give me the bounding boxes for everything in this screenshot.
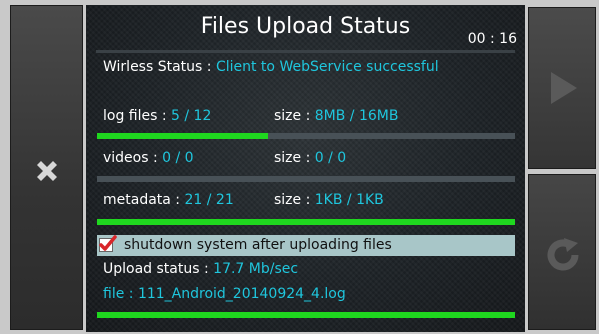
cancel-button[interactable]: [10, 5, 83, 330]
refresh-icon: [547, 238, 579, 271]
videos-size-value: 0 / 0: [314, 150, 347, 166]
play-button[interactable]: [528, 7, 596, 169]
metadata-size-value: 1KB / 1KB: [314, 192, 384, 208]
upload-status-label: Upload status :: [103, 261, 209, 277]
videos-progress-bar: [97, 176, 515, 182]
upload-status-panel: Files Upload Status 00 : 16 Wirless Stat…: [86, 5, 525, 332]
log-files-label: log files :: [103, 108, 167, 124]
header-divider: [96, 50, 515, 53]
file-name: 111_Android_20140924_4.log: [137, 286, 346, 302]
log-files-size: size : 8MB / 16MB: [274, 108, 398, 124]
videos-label: videos :: [103, 150, 158, 166]
log-files-count: log files : 5 / 12: [103, 108, 211, 124]
upload-status: Upload status : 17.7 Mb/sec: [103, 261, 298, 277]
app-frame: Files Upload Status 00 : 16 Wirless Stat…: [0, 0, 599, 334]
upload-status-value: 17.7 Mb/sec: [213, 261, 299, 277]
play-icon: [551, 72, 577, 104]
videos-value: 0 / 0: [162, 150, 194, 166]
log-files-progress-fill: [97, 133, 269, 139]
metadata-size-label: size :: [274, 192, 311, 208]
shutdown-checkbox[interactable]: [99, 235, 117, 252]
close-icon: [37, 161, 57, 181]
refresh-button[interactable]: [528, 174, 596, 330]
file-label: file :: [103, 286, 134, 302]
wireless-status-label: Wirless Status :: [103, 59, 212, 75]
metadata-count: metadata : 21 / 21: [103, 192, 234, 208]
page-title: Files Upload Status: [200, 14, 411, 39]
log-files-size-value: 8MB / 16MB: [314, 108, 399, 124]
file-progress-fill: [97, 312, 515, 318]
metadata-size: size : 1KB / 1KB: [274, 192, 384, 208]
metadata-value: 21 / 21: [184, 192, 234, 208]
metadata-progress-bar: [97, 219, 515, 225]
log-files-size-label: size :: [274, 108, 311, 124]
current-file: file : 111_Android_20140924_4.log: [103, 286, 346, 302]
log-files-progress-bar: [97, 133, 515, 139]
videos-size: size : 0 / 0: [274, 150, 346, 166]
wireless-status-value: Client to WebService successful: [215, 59, 439, 75]
metadata-label: metadata :: [103, 192, 181, 208]
videos-count: videos : 0 / 0: [103, 150, 194, 166]
videos-size-label: size :: [274, 150, 311, 166]
shutdown-option[interactable]: shutdown system after uploading files: [97, 235, 515, 256]
wireless-status: Wirless Status : Client to WebService su…: [103, 59, 439, 75]
checkmark-icon: [99, 235, 117, 251]
file-progress-bar: [97, 312, 515, 318]
log-files-value: 5 / 12: [171, 108, 212, 124]
shutdown-label: shutdown system after uploading files: [124, 237, 392, 253]
timer: 00 : 16: [467, 31, 517, 47]
metadata-progress-fill: [97, 219, 515, 225]
